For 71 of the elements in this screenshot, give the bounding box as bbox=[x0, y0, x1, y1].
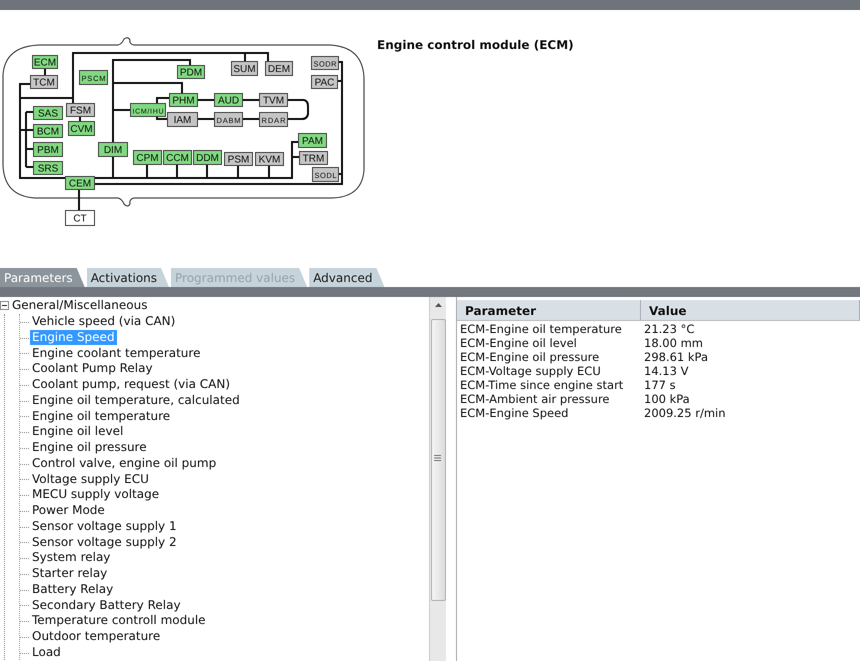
tree-item[interactable]: Load bbox=[30, 644, 63, 660]
table-cell-text: 100 kPa bbox=[643, 392, 691, 406]
tree-item[interactable]: Starter relay bbox=[30, 566, 110, 582]
module-box[interactable]: PBM bbox=[33, 142, 63, 157]
tree-item[interactable]: Engine oil temperature bbox=[30, 408, 172, 424]
tab[interactable]: Activations bbox=[86, 268, 170, 287]
table-cell-text: ECM-Engine oil level bbox=[459, 336, 578, 350]
table-cell-text: ECM-Ambient air pressure bbox=[459, 392, 611, 406]
column-header[interactable]: Parameter bbox=[457, 300, 641, 320]
table-cell-text: ECM-Engine oil temperature bbox=[459, 322, 623, 336]
module-box[interactable]: DEM bbox=[265, 61, 293, 76]
module-box[interactable]: CT bbox=[65, 210, 95, 226]
table-cell-text: ECM-Engine oil pressure bbox=[459, 350, 600, 364]
module-box[interactable]: FSM bbox=[66, 103, 95, 117]
tree-item[interactable]: General/Miscellaneous bbox=[10, 298, 150, 314]
table-cell-text: 14.13 V bbox=[643, 364, 690, 378]
module-box[interactable]: SRS bbox=[33, 161, 63, 175]
tree-item[interactable]: Engine oil pressure bbox=[30, 440, 149, 456]
module-box[interactable]: PAC bbox=[311, 75, 338, 89]
module-box[interactable]: KVM bbox=[255, 152, 284, 166]
tree-item[interactable]: Coolant pump, request (via CAN) bbox=[30, 377, 232, 392]
table-cell-text: 298.61 kPa bbox=[643, 350, 710, 364]
table-cell-text: ECM-Engine Speed bbox=[459, 406, 570, 420]
module-box[interactable]: TVM bbox=[259, 93, 288, 107]
module-title: Engine control module (ECM) bbox=[377, 38, 574, 52]
tree-item[interactable]: Secondary Battery Relay bbox=[30, 598, 183, 613]
module-box[interactable]: IAM bbox=[167, 112, 198, 127]
tree-item[interactable]: Battery Relay bbox=[30, 582, 116, 597]
scrollbar[interactable] bbox=[429, 297, 446, 661]
tree-item[interactable]: Outdoor temperature bbox=[30, 629, 162, 644]
table-cell-text: 177 s bbox=[643, 378, 677, 392]
module-box[interactable]: AUD bbox=[214, 93, 243, 107]
module-box[interactable]: DDM bbox=[193, 150, 222, 165]
tree-item[interactable]: Voltage supply ECU bbox=[30, 472, 151, 487]
tree-item[interactable]: Engine oil level bbox=[30, 424, 126, 440]
module-box[interactable]: CPM bbox=[133, 150, 162, 165]
tree-item[interactable]: Engine coolant temperature bbox=[30, 346, 202, 361]
module-box[interactable]: DIM bbox=[98, 142, 128, 157]
table-cell-text: 21.23 °C bbox=[643, 322, 696, 336]
tree-item[interactable]: Sensor voltage supply 2 bbox=[30, 534, 179, 550]
module-box[interactable]: PAM bbox=[298, 133, 327, 148]
tree-item[interactable]: Vehicle speed (via CAN) bbox=[30, 314, 178, 330]
module-box[interactable]: PHM bbox=[169, 93, 198, 107]
module-box[interactable]: PSM bbox=[224, 152, 253, 166]
tree-item[interactable]: MECU supply voltage bbox=[30, 487, 162, 502]
module-box[interactable]: BCM bbox=[33, 124, 63, 138]
tab[interactable]: Advanced bbox=[309, 268, 384, 287]
collapse-icon[interactable] bbox=[0, 301, 9, 310]
tree-item[interactable]: Sensor voltage supply 1 bbox=[30, 518, 179, 534]
module-box[interactable]: CCM bbox=[163, 150, 192, 165]
tree-item[interactable]: Power Mode bbox=[30, 503, 107, 518]
module-box[interactable]: PDM bbox=[177, 65, 205, 79]
module-box[interactable]: CVM bbox=[68, 121, 95, 136]
table-cell-text: ECM-Voltage supply ECU bbox=[459, 364, 602, 378]
module-box[interactable]: ECM bbox=[32, 55, 58, 69]
tree-item[interactable]: Temperature controll module bbox=[30, 613, 208, 628]
column-header[interactable]: Value bbox=[641, 300, 860, 320]
table-cell-text: ECM-Time since engine start bbox=[459, 378, 624, 392]
grip-icon bbox=[434, 455, 441, 461]
tree-item[interactable]: Control valve, engine oil pump bbox=[30, 456, 218, 471]
module-box[interactable]: SAS bbox=[33, 106, 63, 120]
module-box[interactable]: CEM bbox=[65, 176, 95, 190]
module-box[interactable]: TCM bbox=[30, 75, 58, 89]
tree-item[interactable]: Coolant Pump Relay bbox=[30, 361, 155, 376]
tree-item[interactable]: Engine oil temperature, calculated bbox=[30, 392, 242, 408]
module-box[interactable]: TRM bbox=[299, 151, 328, 165]
scroll-up-icon[interactable] bbox=[434, 303, 442, 307]
module-box[interactable]: SUM bbox=[231, 61, 258, 76]
table-cell-text: 18.00 mm bbox=[643, 336, 704, 350]
table-cell-text: 2009.25 r/min bbox=[643, 406, 726, 420]
tree-item[interactable]: System relay bbox=[30, 550, 112, 566]
